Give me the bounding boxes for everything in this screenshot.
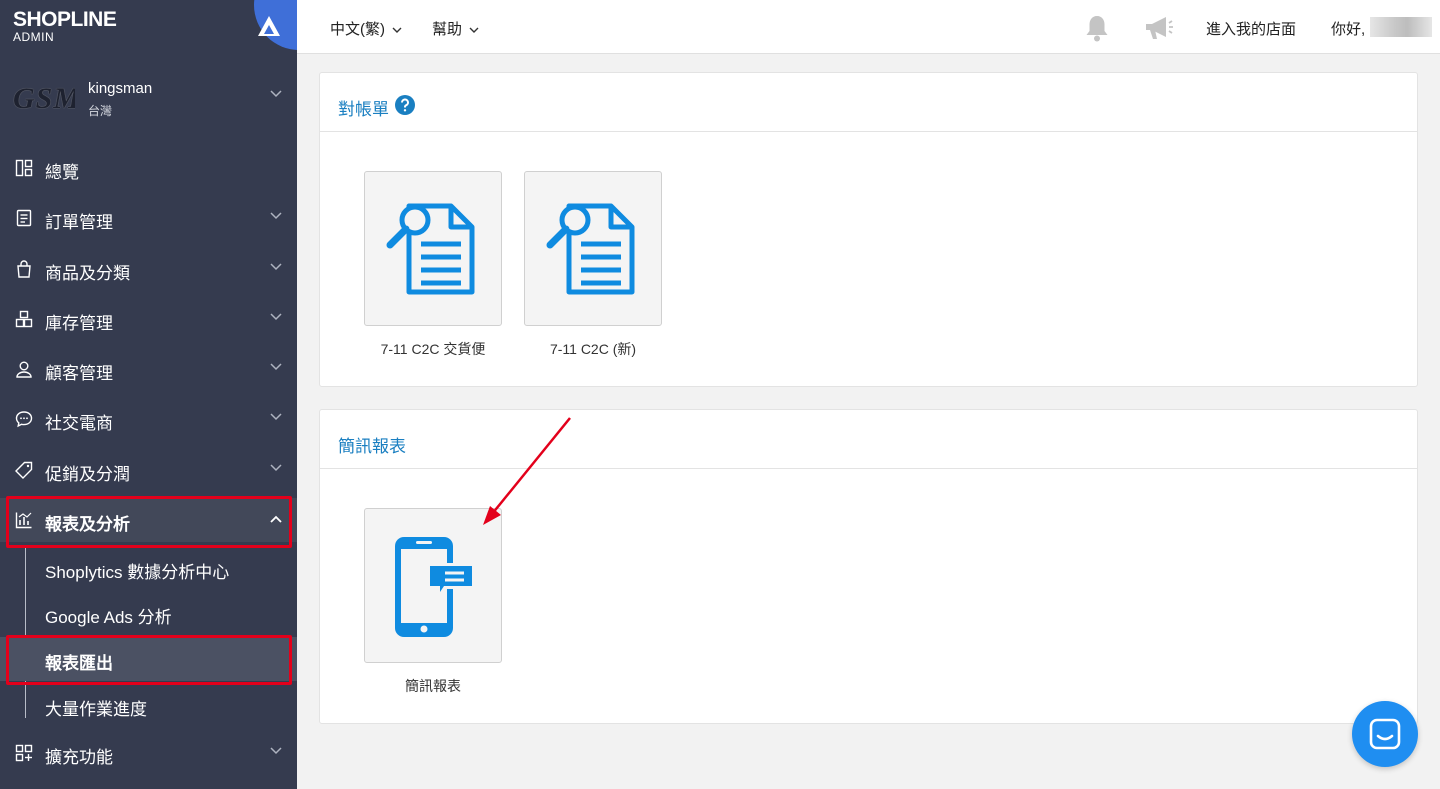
highlight-box-report-export [6, 635, 292, 685]
question-circle-icon[interactable] [395, 95, 415, 115]
chat-widget-button[interactable] [1352, 701, 1418, 767]
language-label: 中文(繁) [330, 21, 385, 38]
user-name-redacted [1370, 17, 1432, 37]
help-dropdown[interactable]: 幫助 [432, 18, 479, 39]
sidebar-subitem-shoplytics[interactable]: Shoplytics 數據分析中心 [0, 546, 297, 590]
chevron-down-icon [270, 263, 282, 271]
tile-sms-report[interactable] [364, 508, 502, 663]
sidebar-item-label: 訂單管理 [45, 213, 113, 232]
tag-icon [15, 461, 33, 479]
highlight-box-reports [6, 496, 292, 548]
megaphone-icon[interactable] [1144, 15, 1174, 41]
sidebar-item-label: 擴充功能 [45, 748, 113, 767]
bag-icon [17, 260, 31, 278]
tile-label: 7-11 C2C (新) [549, 341, 637, 357]
order-icon [16, 209, 32, 227]
language-dropdown[interactable]: 中文(繁) [330, 18, 402, 39]
chat-bubble-icon [15, 411, 33, 428]
chevron-down-icon [270, 747, 282, 755]
dashboard-icon [15, 159, 33, 177]
tile-711-c2c[interactable] [364, 171, 502, 326]
apps-icon [15, 744, 33, 762]
brand-name: SHOPLINE [13, 8, 117, 31]
sidebar-item-social-commerce[interactable]: 社交電商 [0, 397, 297, 441]
chevron-down-icon [270, 313, 282, 321]
sidebar-item-label: 庫存管理 [45, 314, 113, 333]
tile-label: 7-11 C2C 交貨便 [380, 341, 486, 357]
brand-sub: ADMIN [13, 30, 55, 44]
sidebar-item-promotions[interactable]: 促銷及分潤 [0, 448, 297, 492]
chevron-down-icon [469, 27, 479, 33]
chevron-down-icon [270, 212, 282, 220]
sidebar: SHOPLINE ADMIN GSM kingsman 台灣 總覽 訂單管理 商… [0, 0, 297, 789]
sidebar-item-extensions[interactable]: 擴充功能 [0, 731, 297, 775]
greeting-text[interactable]: 你好, [1331, 18, 1365, 39]
chevron-down-icon [270, 363, 282, 371]
store-logo: GSM [13, 82, 75, 115]
chevron-down-icon [392, 27, 402, 33]
chat-icon [1369, 718, 1401, 750]
phone-message-icon [395, 537, 475, 637]
sidebar-subitem-label: Shoplytics 數據分析中心 [45, 563, 230, 582]
store-switcher[interactable]: GSM kingsman 台灣 [0, 70, 297, 130]
sidebar-subitem-google-ads[interactable]: Google Ads 分析 [0, 591, 297, 635]
statement-panel: 對帳單 7-11 C2C 交貨便 7-11 C2C (新) [319, 72, 1418, 387]
sidebar-item-label: 總覽 [45, 163, 79, 182]
document-search-icon [386, 203, 475, 295]
document-search-icon [546, 203, 635, 295]
help-label: 幫助 [432, 21, 463, 38]
store-name: kingsman [88, 80, 153, 97]
sidebar-item-inventory[interactable]: 庫存管理 [0, 297, 297, 341]
chevron-down-icon [270, 464, 282, 472]
tile-label: 簡訊報表 [405, 678, 461, 694]
sidebar-subitem-label: Google Ads 分析 [45, 608, 172, 627]
store-region: 台灣 [88, 104, 113, 118]
shopline-logo[interactable]: SHOPLINE ADMIN [13, 8, 153, 44]
panel-header: 對帳單 [320, 73, 1417, 132]
sidebar-item-customers[interactable]: 顧客管理 [0, 347, 297, 391]
sidebar-item-products[interactable]: 商品及分類 [0, 247, 297, 291]
chevron-down-icon [270, 413, 282, 421]
app-switcher-icon[interactable] [250, 0, 297, 50]
panel-title: 簡訊報表 [338, 437, 406, 456]
sidebar-item-label: 促銷及分潤 [45, 465, 130, 484]
bell-icon[interactable] [1084, 14, 1110, 42]
panel-title: 對帳單 [338, 100, 389, 119]
user-icon [16, 361, 32, 378]
chevron-down-icon [270, 90, 282, 98]
top-bar: 中文(繁) 幫助 進入我的店面 你好, [297, 0, 1440, 54]
tile-711-c2c-new[interactable] [524, 171, 662, 326]
enter-store-link[interactable]: 進入我的店面 [1206, 18, 1296, 39]
sidebar-item-label: 社交電商 [45, 414, 113, 433]
sidebar-item-label: 顧客管理 [45, 364, 113, 383]
sidebar-item-overview[interactable]: 總覽 [0, 146, 297, 190]
annotation-arrow [483, 417, 571, 525]
sidebar-subitem-bulk-progress[interactable]: 大量作業進度 [0, 683, 297, 727]
sidebar-subitem-label: 大量作業進度 [45, 700, 147, 719]
sidebar-item-label: 商品及分類 [45, 264, 130, 283]
sidebar-item-orders[interactable]: 訂單管理 [0, 196, 297, 240]
inventory-icon [15, 310, 33, 328]
